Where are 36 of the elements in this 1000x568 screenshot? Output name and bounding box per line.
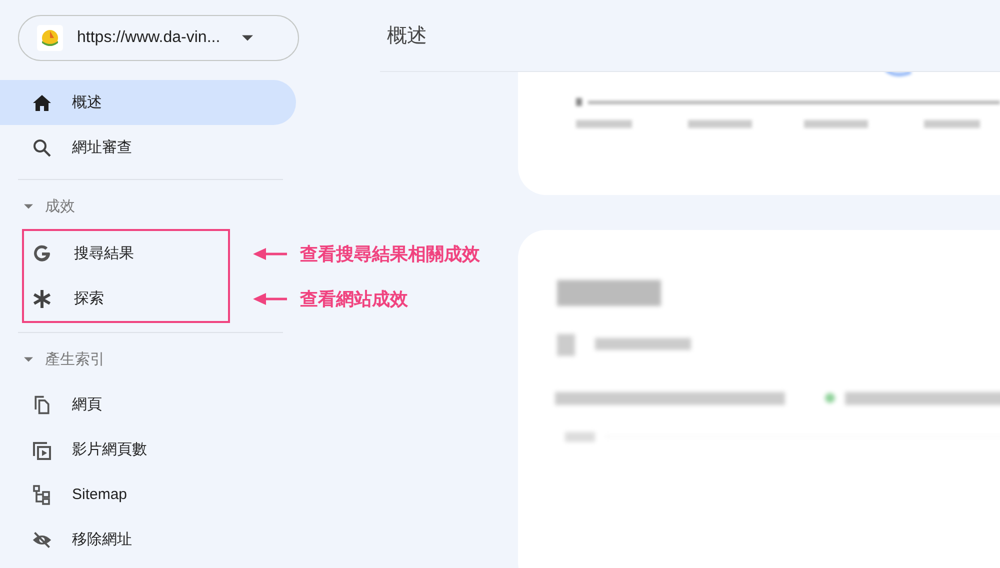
pages-icon <box>32 394 52 414</box>
search-icon <box>32 138 52 158</box>
caret-icon <box>242 35 254 41</box>
annotation-text: 查看網站成效 <box>300 288 408 310</box>
blurred-icon <box>557 334 575 356</box>
nav-item[interactable]: 概述 <box>0 80 296 125</box>
section-header[interactable]: 成效 <box>0 184 300 229</box>
blurred-text <box>924 120 980 128</box>
eye-off-icon <box>32 530 52 550</box>
nav-item[interactable]: 網址審查 <box>0 125 296 170</box>
sitemap-icon <box>32 484 52 504</box>
blurred-text <box>688 120 752 128</box>
home-icon <box>32 92 52 112</box>
property-selector[interactable]: https://www.da-vin... <box>18 15 299 61</box>
section-header[interactable]: 產生索引 <box>0 337 300 382</box>
nav-item[interactable]: 網頁 <box>0 382 296 427</box>
page-title: 概述 <box>387 24 427 49</box>
arrow-icon <box>253 292 287 306</box>
blurred-text <box>576 120 632 128</box>
arrow-icon <box>253 246 287 260</box>
blurred-text <box>576 98 582 106</box>
blurred-text <box>565 432 595 442</box>
google-g-icon <box>32 244 52 264</box>
nav-item[interactable]: 移除網址 <box>0 517 296 562</box>
blurred-text <box>804 120 868 128</box>
blurred-legend-dot <box>825 393 835 403</box>
caret-icon <box>24 357 33 362</box>
caret-icon <box>24 204 33 209</box>
nav-item[interactable]: 影片網頁數 <box>0 427 296 472</box>
asterisk-icon <box>32 288 52 308</box>
site-logo-icon <box>37 25 63 51</box>
nav-item[interactable]: Sitemap <box>0 472 296 517</box>
nav-item[interactable]: 探索 <box>24 276 228 321</box>
annotation-text: 查看搜尋結果相關成效 <box>300 242 480 266</box>
video-pages-icon <box>32 440 52 460</box>
nav-item[interactable]: 搜尋結果 <box>24 231 228 276</box>
